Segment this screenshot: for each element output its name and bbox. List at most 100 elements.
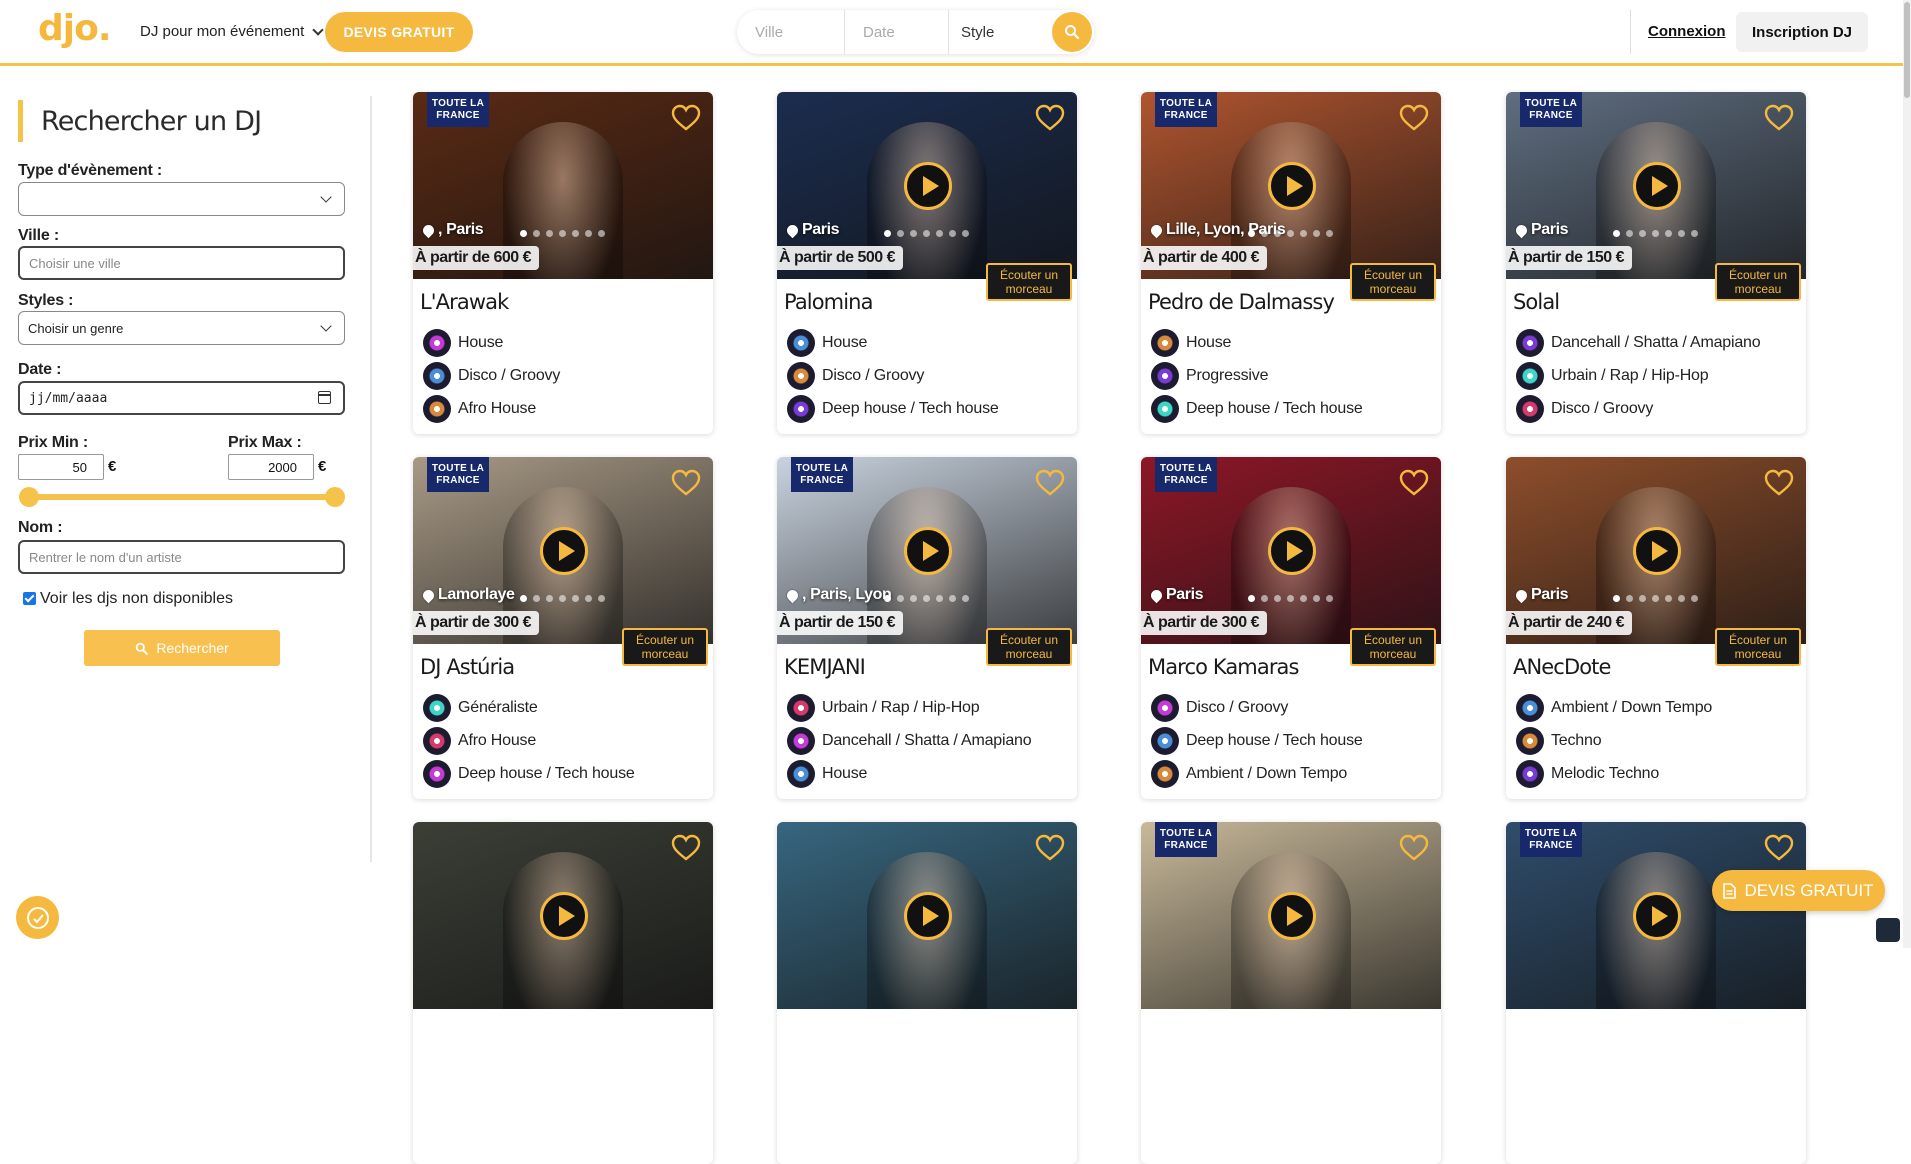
carousel-dot[interactable] bbox=[1652, 595, 1659, 602]
favorite-heart-icon[interactable] bbox=[1764, 469, 1794, 497]
ecouter-morceau-button[interactable]: Écouter un morceau bbox=[986, 263, 1072, 301]
price-max-handle[interactable] bbox=[325, 487, 345, 507]
play-button[interactable] bbox=[1633, 527, 1681, 575]
carousel-dot[interactable] bbox=[1652, 230, 1659, 237]
dj-photo[interactable]: TOUTE LA FRANCE bbox=[1506, 822, 1806, 1009]
carousel-dot[interactable] bbox=[949, 595, 956, 602]
scrollbar-track[interactable] bbox=[1903, 0, 1911, 948]
carousel-dot[interactable] bbox=[1326, 230, 1333, 237]
carousel-dot[interactable] bbox=[1248, 595, 1255, 602]
dj-photo[interactable]: TOUTE LA FRANCE Paris À partir de 300 € bbox=[1141, 457, 1441, 644]
carousel-dot[interactable] bbox=[559, 230, 566, 237]
carousel-dot[interactable] bbox=[1300, 595, 1307, 602]
carousel-dot[interactable] bbox=[897, 230, 904, 237]
carousel-dot[interactable] bbox=[962, 230, 969, 237]
dj-card[interactable]: TOUTE LA FRANCE Paris À partir de 300 € Éc… bbox=[1141, 457, 1441, 799]
carousel-dot[interactable] bbox=[1248, 230, 1255, 237]
carousel-dot[interactable] bbox=[949, 230, 956, 237]
price-range-track[interactable] bbox=[28, 494, 336, 500]
carousel-dot[interactable] bbox=[1665, 595, 1672, 602]
nom-input[interactable]: Rentrer le nom d'un artiste bbox=[18, 540, 345, 574]
favorite-heart-icon[interactable] bbox=[1035, 104, 1065, 132]
favorite-heart-icon[interactable] bbox=[671, 469, 701, 497]
carousel-dot[interactable] bbox=[910, 595, 917, 602]
carousel-dot[interactable] bbox=[1261, 230, 1268, 237]
date-input[interactable]: jj/mm/aaaa bbox=[18, 381, 345, 415]
carousel-dots[interactable] bbox=[1613, 595, 1698, 602]
carousel-dot[interactable] bbox=[884, 230, 891, 237]
dj-card[interactable] bbox=[413, 822, 713, 1164]
dj-card[interactable]: TOUTE LA FRANCE Lamorlaye À partir de 300… bbox=[413, 457, 713, 799]
devis-gratuit-button[interactable]: DEVIS GRATUIT bbox=[325, 12, 473, 52]
prix-max-input[interactable]: 2000 bbox=[228, 454, 314, 480]
carousel-dots[interactable] bbox=[1248, 230, 1333, 237]
dj-name[interactable]: Pedro de Dalmassy bbox=[1148, 290, 1335, 314]
floating-devis-button[interactable]: DEVIS GRATUIT bbox=[1712, 870, 1885, 911]
carousel-dot[interactable] bbox=[1300, 230, 1307, 237]
carousel-dot[interactable] bbox=[1691, 230, 1698, 237]
dj-name[interactable]: KEMJANI bbox=[784, 655, 866, 679]
play-button[interactable] bbox=[540, 892, 588, 940]
carousel-dot[interactable] bbox=[533, 595, 540, 602]
favorite-heart-icon[interactable] bbox=[1399, 469, 1429, 497]
dj-photo[interactable]: Paris À partir de 500 € bbox=[777, 92, 1077, 279]
link-icon[interactable] bbox=[1876, 918, 1900, 942]
play-button[interactable] bbox=[1268, 527, 1316, 575]
inscription-dj-button[interactable]: Inscription DJ bbox=[1736, 12, 1868, 52]
carousel-dot[interactable] bbox=[1613, 595, 1620, 602]
carousel-dots[interactable] bbox=[884, 230, 969, 237]
dj-photo[interactable]: Paris À partir de 240 € bbox=[1506, 457, 1806, 644]
carousel-dot[interactable] bbox=[546, 595, 553, 602]
favorite-heart-icon[interactable] bbox=[1399, 834, 1429, 862]
carousel-dot[interactable] bbox=[1639, 595, 1646, 602]
dj-card[interactable] bbox=[777, 822, 1077, 1164]
play-button[interactable] bbox=[904, 892, 952, 940]
carousel-dots[interactable] bbox=[520, 230, 605, 237]
event-dropdown[interactable]: DJ pour mon événement bbox=[140, 23, 324, 40]
carousel-dot[interactable] bbox=[1626, 595, 1633, 602]
carousel-dot[interactable] bbox=[1287, 595, 1294, 602]
dj-photo[interactable]: TOUTE LA FRANCE , Paris, Lyon À partir de… bbox=[777, 457, 1077, 644]
carousel-dot[interactable] bbox=[598, 595, 605, 602]
carousel-dot[interactable] bbox=[897, 595, 904, 602]
dj-photo[interactable]: TOUTE LA FRANCE Lamorlaye À partir de 300… bbox=[413, 457, 713, 644]
prix-min-input[interactable]: 50 bbox=[18, 454, 104, 480]
carousel-dot[interactable] bbox=[1313, 230, 1320, 237]
search-button[interactable] bbox=[1052, 12, 1092, 52]
carousel-dots[interactable] bbox=[1613, 230, 1698, 237]
ecouter-morceau-button[interactable]: Écouter un morceau bbox=[1715, 263, 1801, 301]
search-date-input[interactable]: Date bbox=[845, 10, 949, 54]
play-button[interactable] bbox=[1268, 892, 1316, 940]
carousel-dot[interactable] bbox=[1639, 230, 1646, 237]
dj-photo[interactable]: TOUTE LA FRANCE bbox=[1141, 822, 1441, 1009]
play-button[interactable] bbox=[904, 162, 952, 210]
carousel-dot[interactable] bbox=[936, 595, 943, 602]
rechercher-button[interactable]: Rechercher bbox=[84, 630, 280, 666]
carousel-dot[interactable] bbox=[1274, 230, 1281, 237]
carousel-dot[interactable] bbox=[598, 230, 605, 237]
play-button[interactable] bbox=[904, 527, 952, 575]
ecouter-morceau-button[interactable]: Écouter un morceau bbox=[1350, 263, 1436, 301]
event-type-select[interactable] bbox=[18, 182, 345, 216]
dj-name[interactable]: ANecDote bbox=[1513, 655, 1611, 679]
dj-card[interactable]: TOUTE LA FRANCE bbox=[1141, 822, 1441, 1164]
ecouter-morceau-button[interactable]: Écouter un morceau bbox=[1715, 628, 1801, 666]
carousel-dot[interactable] bbox=[1678, 595, 1685, 602]
carousel-dot[interactable] bbox=[546, 230, 553, 237]
carousel-dot[interactable] bbox=[923, 595, 930, 602]
dj-photo[interactable]: TOUTE LA FRANCE , Paris À partir de 600 € bbox=[413, 92, 713, 279]
styles-select[interactable]: Choisir un genre bbox=[18, 311, 345, 345]
dj-photo[interactable] bbox=[413, 822, 713, 1009]
search-ville-input[interactable]: Ville bbox=[737, 10, 845, 54]
ecouter-morceau-button[interactable]: Écouter un morceau bbox=[986, 628, 1072, 666]
favorite-heart-icon[interactable] bbox=[671, 834, 701, 862]
favorite-heart-icon[interactable] bbox=[1764, 104, 1794, 132]
dj-photo[interactable]: TOUTE LA FRANCE Lille, Lyon, Paris À part… bbox=[1141, 92, 1441, 279]
carousel-dot[interactable] bbox=[1326, 595, 1333, 602]
carousel-dot[interactable] bbox=[936, 230, 943, 237]
carousel-dot[interactable] bbox=[884, 595, 891, 602]
dj-name[interactable]: Palomina bbox=[784, 290, 873, 314]
favorite-heart-icon[interactable] bbox=[671, 104, 701, 132]
unavailable-djs-checkbox[interactable] bbox=[23, 592, 36, 605]
ecouter-morceau-button[interactable]: Écouter un morceau bbox=[622, 628, 708, 666]
